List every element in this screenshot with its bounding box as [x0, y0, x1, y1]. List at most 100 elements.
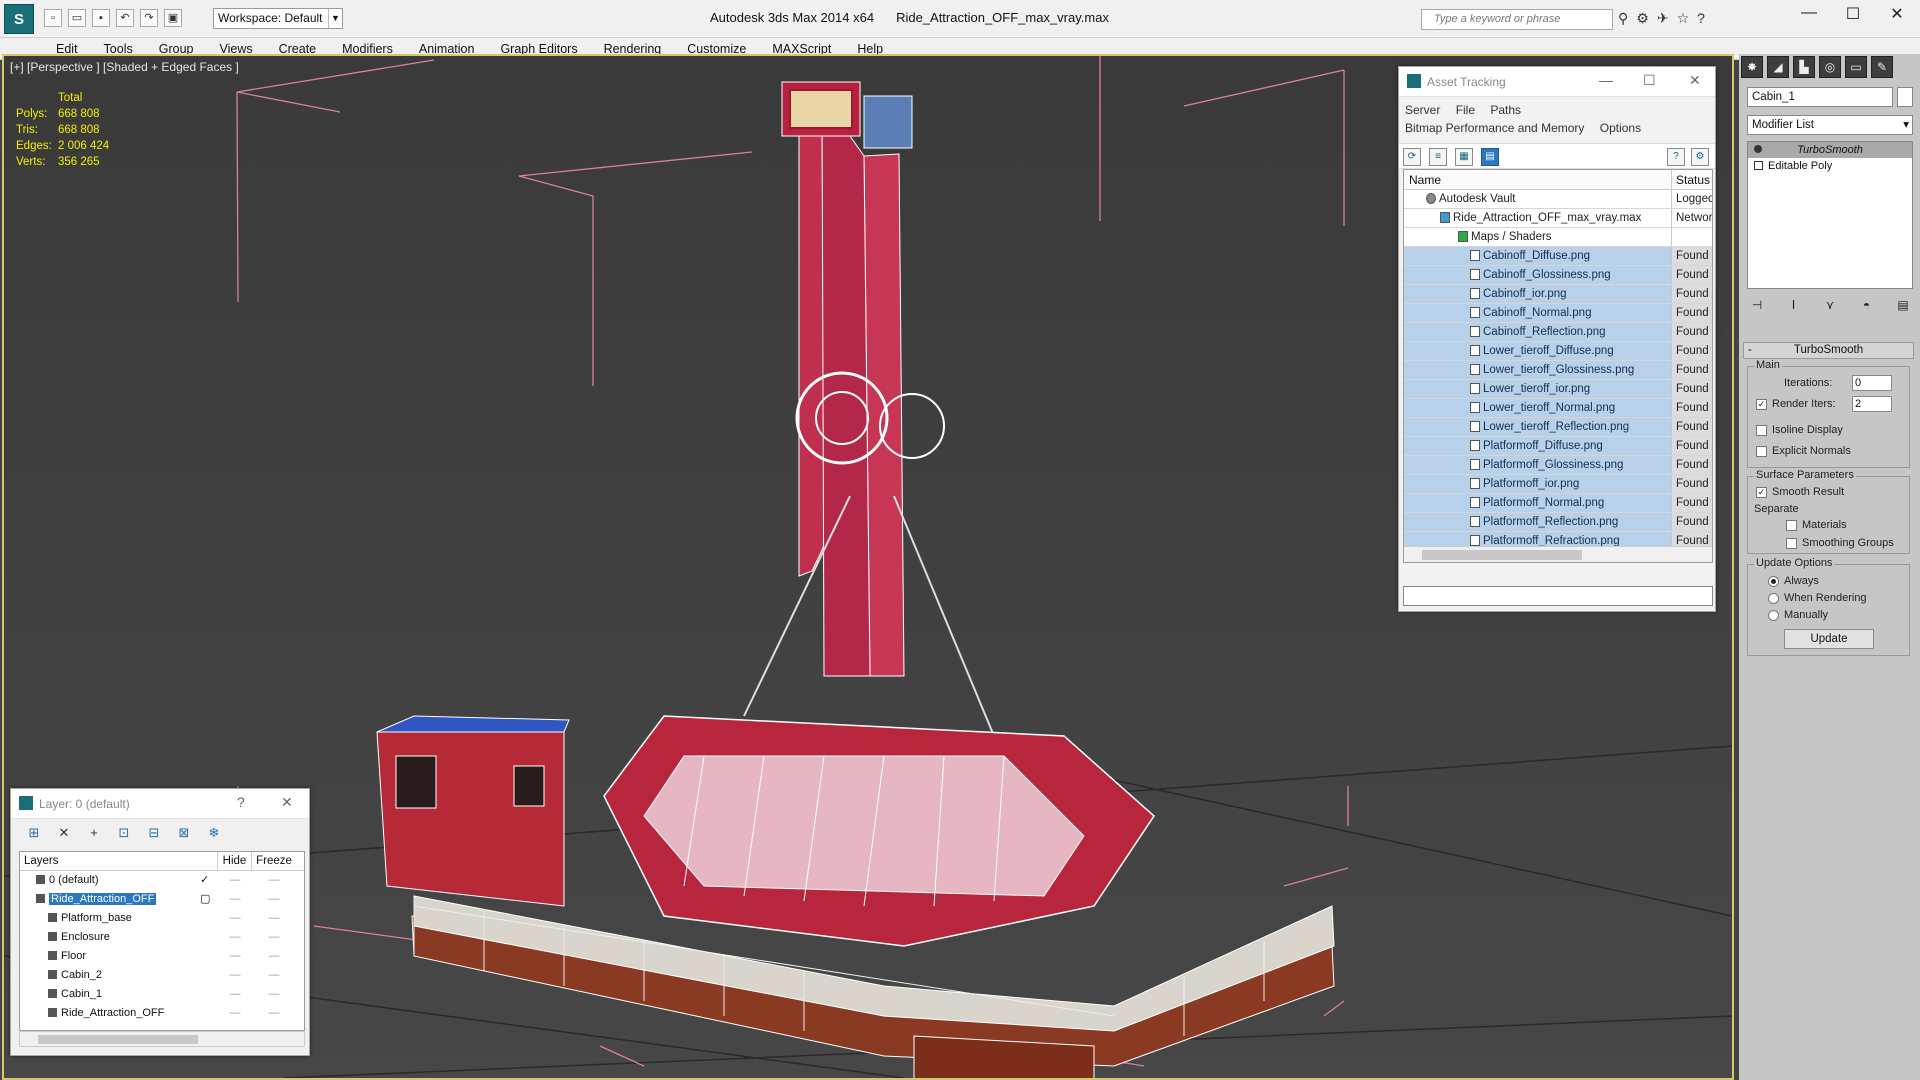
display-tab-icon[interactable]: ▭ — [1845, 56, 1867, 78]
menu-paths[interactable]: Paths — [1490, 103, 1521, 117]
freeze-toggle[interactable]: — — [252, 1004, 296, 1023]
delete-layer-icon[interactable]: ✕ — [55, 824, 73, 842]
table-row[interactable]: Cabinoff_Normal.png Found — [1404, 304, 1712, 323]
layer-row[interactable]: Ride_Attraction_OFF — — — [20, 1004, 304, 1023]
table-row[interactable]: Maps / Shaders — [1404, 228, 1712, 247]
close-button[interactable]: ✕ — [281, 794, 293, 811]
table-row[interactable]: Platformoff_ior.png Found — [1404, 475, 1712, 494]
smooth-result-checkbox[interactable]: ✓ — [1756, 487, 1767, 498]
help-icon[interactable]: ? — [1697, 10, 1705, 27]
table-row[interactable]: Cabinoff_Diffuse.png Found — [1404, 247, 1712, 266]
table-row[interactable]: Platformoff_Reflection.png Found — [1404, 513, 1712, 532]
menu-bitmap-performance[interactable]: Bitmap Performance and Memory — [1405, 121, 1584, 135]
menu-server[interactable]: Server — [1405, 103, 1440, 117]
new-file-icon[interactable]: ▫ — [44, 9, 62, 27]
layer-row[interactable]: Platform_base — — — [20, 909, 304, 928]
maximize-button[interactable]: ☐ — [1830, 4, 1876, 24]
help-icon[interactable]: ? — [237, 794, 245, 810]
select-objects-icon[interactable]: ⊡ — [115, 824, 133, 842]
column-name[interactable]: Name — [1404, 170, 1672, 189]
layer-row[interactable]: Cabin_1 — — — [20, 985, 304, 1004]
create-tab-icon[interactable]: ✸ — [1741, 56, 1763, 78]
freeze-toggle[interactable]: — — [252, 966, 296, 985]
list-view-icon[interactable]: ≡ — [1429, 148, 1447, 166]
add-selection-icon[interactable]: + — [85, 824, 103, 842]
lightbulb-icon[interactable] — [1754, 145, 1762, 153]
settings-icon[interactable]: ⚙ — [1691, 148, 1709, 166]
column-hide[interactable]: Hide — [218, 852, 252, 870]
hide-toggle[interactable]: — — [218, 890, 252, 909]
horizontal-scrollbar[interactable] — [1404, 546, 1712, 562]
object-color-swatch[interactable] — [1897, 87, 1913, 107]
column-status[interactable]: Status — [1672, 170, 1710, 189]
hierarchy-tab-icon[interactable]: ▙ — [1793, 56, 1815, 78]
pin-stack-icon[interactable]: ⊣ — [1747, 295, 1767, 315]
always-radio[interactable] — [1768, 576, 1779, 587]
render-iters-spinner[interactable]: 2 — [1852, 396, 1892, 412]
freeze-toggle[interactable]: — — [252, 890, 296, 909]
make-unique-icon[interactable]: ⋎ — [1820, 295, 1840, 315]
hide-toggle[interactable]: — — [218, 871, 252, 890]
freeze-toggle[interactable]: — — [252, 928, 296, 947]
app-menu-button[interactable]: S — [4, 4, 34, 34]
current-layer-checkmark-icon[interactable]: ✓ — [200, 871, 209, 890]
create-layer-icon[interactable]: ⊞ — [25, 824, 43, 842]
layer-row[interactable]: Enclosure — — — [20, 928, 304, 947]
horizontal-scrollbar[interactable] — [19, 1031, 305, 1047]
materials-checkbox[interactable] — [1786, 520, 1797, 531]
favorites-icon[interactable]: ☆ — [1677, 10, 1690, 27]
iterations-spinner[interactable]: 0 — [1852, 375, 1892, 391]
asset-tracking-titlebar[interactable]: Asset Tracking — ☐ ✕ — [1399, 67, 1715, 97]
modifier-list-dropdown[interactable]: Modifier List ▾ — [1747, 115, 1913, 135]
modify-tab-icon[interactable]: ◢ — [1767, 56, 1789, 78]
refresh-icon[interactable]: ⟳ — [1403, 148, 1421, 166]
freeze-toggle[interactable]: — — [252, 947, 296, 966]
table-row[interactable]: Lower_tieroff_ior.png Found — [1404, 380, 1712, 399]
layer-titlebar[interactable]: Layer: 0 (default) ? ✕ — [11, 789, 309, 819]
column-freeze[interactable]: Freeze — [252, 852, 296, 870]
hide-toggle[interactable]: — — [218, 928, 252, 947]
expand-icon[interactable] — [1754, 161, 1763, 170]
hide-toggle[interactable]: — — [218, 1004, 252, 1023]
isoline-checkbox[interactable] — [1756, 425, 1767, 436]
freeze-toggle[interactable]: — — [252, 985, 296, 1004]
table-row[interactable]: Platformoff_Glossiness.png Found — [1404, 456, 1712, 475]
hide-toggle[interactable]: — — [218, 947, 252, 966]
table-row[interactable]: Lower_tieroff_Reflection.png Found — [1404, 418, 1712, 437]
viewport-label[interactable]: [+] [Perspective ] [Shaded + Edged Faces… — [10, 60, 239, 74]
open-file-icon[interactable]: ▭ — [68, 9, 86, 27]
layer-row[interactable]: 0 (default) ✓ — — — [20, 871, 304, 890]
scrollbar-thumb[interactable] — [38, 1035, 198, 1044]
hold-icon[interactable]: ▣ — [164, 9, 182, 27]
utilities-tab-icon[interactable]: ✎ — [1871, 56, 1893, 78]
table-row[interactable]: Ride_Attraction_OFF_max_vray.max Networ — [1404, 209, 1712, 228]
render-iters-checkbox[interactable]: ✓ — [1756, 399, 1767, 410]
menu-file[interactable]: File — [1456, 103, 1475, 117]
table-row[interactable]: Lower_tieroff_Glossiness.png Found — [1404, 361, 1712, 380]
hide-toggle[interactable]: — — [218, 985, 252, 1004]
maximize-button[interactable]: ☐ — [1643, 72, 1656, 89]
manually-radio[interactable] — [1768, 610, 1779, 621]
explicit-normals-checkbox[interactable] — [1756, 446, 1767, 457]
update-button[interactable]: Update — [1784, 629, 1874, 649]
rollout-header[interactable]: - TurboSmooth — [1743, 342, 1914, 359]
search-input[interactable]: Type a keyword or phrase — [1421, 9, 1613, 30]
remove-modifier-icon[interactable]: ◓ — [1857, 295, 1877, 315]
binoculars-icon[interactable]: ⚲ — [1618, 10, 1628, 27]
help-icon[interactable]: ? — [1667, 148, 1685, 166]
redo-icon[interactable]: ↷ — [140, 9, 158, 27]
layer-row[interactable]: Ride_Attraction_OFF ▢ — — — [20, 890, 304, 909]
minimize-button[interactable]: — — [1786, 4, 1832, 22]
close-button[interactable]: ✕ — [1874, 4, 1920, 24]
layer-row[interactable]: Floor — — — [20, 947, 304, 966]
when-rendering-radio[interactable] — [1768, 593, 1779, 604]
smoothing-groups-checkbox[interactable] — [1786, 538, 1797, 549]
set-current-icon[interactable]: ▢ — [200, 890, 210, 909]
undo-icon[interactable]: ↶ — [116, 9, 134, 27]
minimize-button[interactable]: — — [1599, 72, 1613, 88]
communication-icon[interactable]: ✈ — [1657, 10, 1669, 27]
table-view-icon[interactable]: ▤ — [1481, 148, 1499, 166]
stack-item-editable-poly[interactable]: Editable Poly — [1748, 158, 1912, 174]
table-row[interactable]: Cabinoff_ior.png Found — [1404, 285, 1712, 304]
thumbnail-view-icon[interactable]: ▦ — [1455, 148, 1473, 166]
